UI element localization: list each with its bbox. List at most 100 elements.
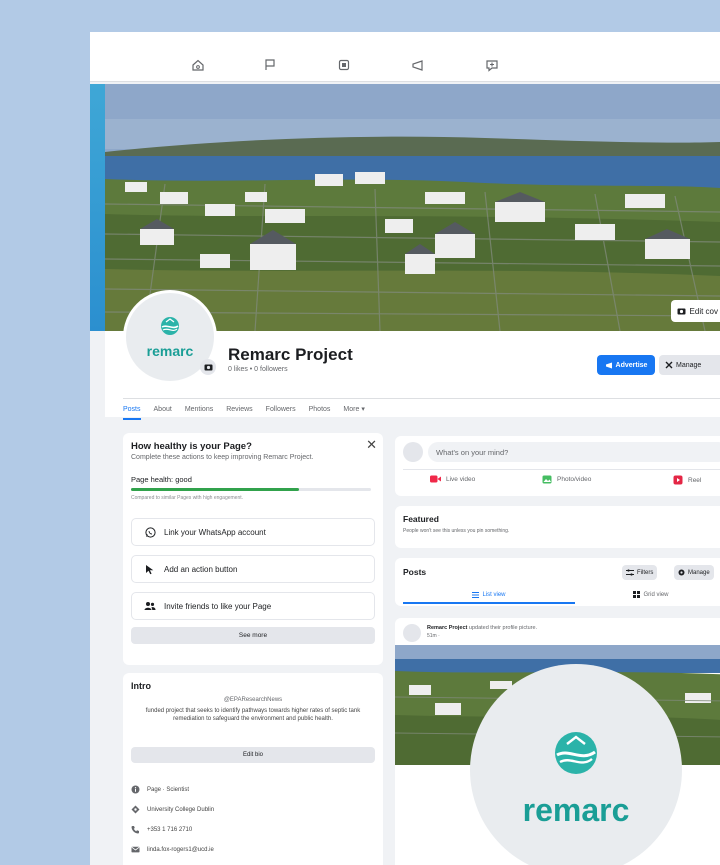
add-action-button[interactable]: Add an action button — [131, 555, 375, 583]
close-icon[interactable]: ✕ — [366, 437, 377, 453]
post-time[interactable]: 51m · — [427, 633, 440, 639]
intro-location[interactable]: University College Dublin — [131, 805, 214, 814]
intro-email[interactable]: linda.fox-rogers1@ucd.ie — [131, 845, 214, 854]
remarc-logo-text: remarc — [522, 792, 630, 828]
invite-friends-button[interactable]: Invite friends to like your Page — [131, 592, 375, 620]
info-icon — [131, 785, 140, 794]
camera-icon — [204, 364, 212, 371]
create-post-icon[interactable] — [484, 57, 500, 73]
page-stats[interactable]: 0 likes • 0 followers — [228, 366, 288, 373]
phone-icon — [131, 826, 139, 834]
intro-category: Page · Scientist — [131, 785, 189, 794]
profile-picture[interactable]: remarc — [123, 290, 217, 384]
posts-title: Posts — [403, 567, 427, 577]
intro-phone[interactable]: +353 1 716 2710 — [131, 825, 192, 834]
link-whatsapp-button[interactable]: Link your WhatsApp account — [131, 518, 375, 546]
location-icon — [131, 805, 140, 814]
page-title: Remarc Project — [228, 345, 353, 364]
live-video-icon — [430, 475, 441, 483]
advertise-button[interactable]: Advertise — [597, 355, 655, 375]
featured-subtitle: People won't see this unless you pin som… — [403, 528, 510, 534]
tab-mentions[interactable]: Mentions — [185, 402, 219, 418]
intro-title: Intro — [131, 681, 151, 691]
see-more-button[interactable]: See more — [131, 627, 375, 644]
flag-icon[interactable] — [262, 57, 278, 73]
cover-photo[interactable] — [105, 84, 720, 331]
page-health-card: How healthy is your Page? ✕ Complete the… — [123, 433, 383, 665]
manage-posts-label: Manage — [688, 569, 710, 576]
invite-friends-label: Invite friends to like your Page — [164, 601, 272, 611]
page-health-progress-fill — [131, 488, 299, 491]
manage-button[interactable]: Manage — [659, 355, 720, 375]
page-health-title: How healthy is your Page? — [131, 441, 252, 452]
photo-video-button[interactable]: Photo/video — [542, 475, 591, 484]
composer-card: What's on your mind? Live video Photo/vi… — [395, 436, 720, 496]
post-profile-picture[interactable]: remarc — [470, 664, 682, 865]
grid-view-tab[interactable]: Grid view — [575, 587, 720, 602]
manage-label: Manage — [676, 361, 702, 369]
page-health-progress-bar — [131, 488, 371, 491]
composer-input[interactable]: What's on your mind? — [428, 442, 720, 462]
link-whatsapp-label: Link your WhatsApp account — [164, 527, 266, 537]
tools-icon — [665, 361, 673, 369]
manage-posts-button[interactable]: Manage — [674, 565, 714, 580]
intro-category-text: Page · Scientist — [147, 786, 190, 793]
grid-icon — [633, 591, 641, 598]
mail-icon — [131, 846, 140, 853]
whatsapp-icon — [144, 526, 156, 538]
add-action-label: Add an action button — [164, 564, 238, 574]
cover-landscape-image — [105, 84, 720, 331]
post-action: updated their profile picture. — [467, 625, 538, 631]
facebook-page-window: Edit cov remarc Remarc Project 0 likes •… — [90, 32, 720, 865]
header-divider — [123, 398, 720, 399]
photo-icon — [542, 475, 552, 484]
post-author-avatar[interactable] — [403, 624, 421, 642]
edit-cover-button[interactable]: Edit cov — [670, 300, 720, 322]
tab-about[interactable]: About — [154, 402, 178, 418]
tab-photos[interactable]: Photos — [309, 402, 337, 418]
calendar-icon[interactable] — [336, 57, 352, 73]
reel-icon — [673, 475, 683, 485]
page-tabs: Posts About Mentions Reviews Followers P… — [123, 402, 378, 420]
featured-card: Featured People won't see this unless yo… — [395, 506, 720, 548]
list-view-tab[interactable]: List view — [403, 587, 575, 602]
remarc-logo-text: remarc — [146, 343, 194, 359]
megaphone-icon — [605, 362, 612, 368]
tab-more[interactable]: More ▾ — [343, 402, 370, 418]
filters-button[interactable]: Filters — [622, 565, 658, 580]
top-navigation-bar — [90, 32, 720, 82]
reel-label: Reel — [688, 476, 702, 484]
remarc-logo-icon — [161, 317, 179, 335]
page-health-status: Page health: good — [131, 475, 192, 484]
tab-posts[interactable]: Posts — [123, 402, 147, 420]
composer-divider — [403, 469, 720, 470]
live-video-button[interactable]: Live video — [430, 475, 475, 483]
photo-video-label: Photo/video — [557, 476, 592, 483]
intro-email-text: linda.fox-rogers1@ucd.ie — [147, 846, 214, 853]
tab-reviews[interactable]: Reviews — [226, 402, 258, 418]
update-profile-picture-button[interactable] — [200, 359, 216, 375]
cursor-icon — [146, 564, 154, 574]
edit-bio-button[interactable]: Edit bio — [131, 747, 375, 763]
tab-followers[interactable]: Followers — [266, 402, 302, 418]
page-health-subtitle: Complete these actions to keep improving… — [131, 454, 314, 461]
intro-card: Intro @EPAResearchNews funded project th… — [123, 673, 383, 865]
home-icon[interactable] — [190, 57, 206, 73]
post-author[interactable]: Remarc Project — [427, 625, 467, 631]
camera-icon — [677, 308, 686, 315]
intro-handle[interactable]: @EPAResearchNews — [123, 697, 383, 703]
posts-card: Posts Filters Manage List view Grid view — [395, 558, 720, 606]
filters-label: Filters — [637, 569, 654, 576]
grid-view-label: Grid view — [643, 591, 669, 598]
megaphone-icon[interactable] — [410, 57, 426, 73]
intro-location-text: University College Dublin — [147, 806, 215, 813]
page-health-note: Compared to similar Pages with high enga… — [131, 495, 244, 501]
featured-title: Featured — [403, 514, 439, 524]
remarc-logo-icon — [555, 732, 597, 774]
intro-phone-text: +353 1 716 2710 — [147, 826, 193, 833]
reel-button[interactable]: Reel — [673, 475, 701, 485]
active-view-indicator — [403, 602, 575, 604]
intro-bio: funded project that seeks to identify pa… — [145, 708, 361, 722]
composer-avatar — [403, 442, 423, 462]
list-icon — [472, 591, 480, 598]
